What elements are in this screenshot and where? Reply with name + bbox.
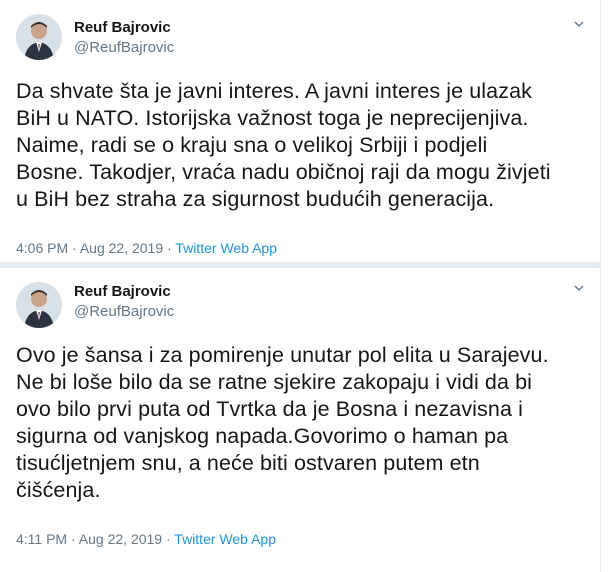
avatar[interactable] xyxy=(16,282,62,328)
tweet-text: Da shvate šta je javni interes. A javni … xyxy=(16,79,551,211)
tweet-time[interactable]: 4:06 PM xyxy=(16,240,68,256)
avatar[interactable] xyxy=(16,14,62,60)
tweet-source-link[interactable]: Twitter Web App xyxy=(175,240,277,256)
meta-separator: · xyxy=(71,531,76,547)
tweet-2[interactable]: Reuf Bajrovic @ReufBajrovic Ovo je šansa… xyxy=(0,268,601,572)
author-handle[interactable]: @ReufBajrovic xyxy=(74,39,174,56)
tweet-1[interactable]: Reuf Bajrovic @ReufBajrovic Da shvate št… xyxy=(0,0,601,262)
tweet-source-link[interactable]: Twitter Web App xyxy=(174,531,276,547)
tweet-meta: 4:11 PM · Aug 22, 2019 · Twitter Web App xyxy=(16,531,276,547)
chevron-down-icon[interactable] xyxy=(572,282,586,296)
meta-separator: · xyxy=(165,531,171,547)
tweet-meta: 4:06 PM · Aug 22, 2019 · Twitter Web App xyxy=(16,240,277,256)
tweet-date[interactable]: Aug 22, 2019 xyxy=(79,531,162,547)
tweet-time[interactable]: 4:11 PM xyxy=(16,531,67,547)
tweet-date[interactable]: Aug 22, 2019 xyxy=(80,240,163,256)
tweet-text: Ovo je šansa i za pomirenje unutar pol e… xyxy=(16,343,549,502)
author-name[interactable]: Reuf Bajrovic xyxy=(74,19,171,36)
meta-separator: · xyxy=(72,240,77,256)
author-handle[interactable]: @ReufBajrovic xyxy=(74,303,174,320)
chevron-down-icon[interactable] xyxy=(572,18,586,32)
meta-separator: · xyxy=(167,240,172,256)
author-name[interactable]: Reuf Bajrovic xyxy=(74,283,171,300)
